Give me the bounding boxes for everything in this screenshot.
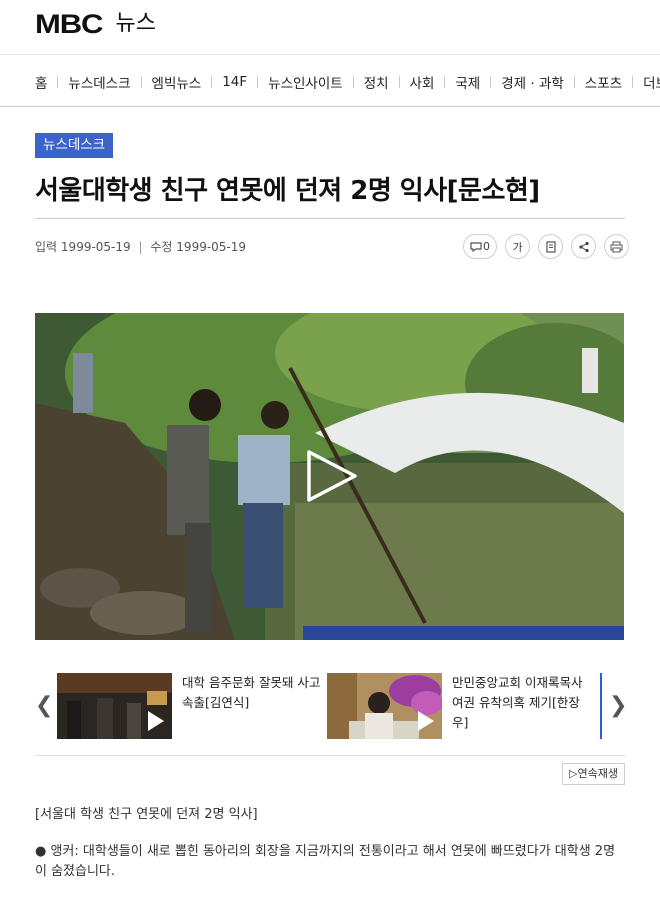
nav-separator: [444, 76, 446, 88]
nav-item[interactable]: 14F: [222, 74, 247, 90]
video-player[interactable]: [35, 313, 624, 640]
share-icon: [578, 241, 589, 252]
font-size-button[interactable]: 가: [505, 234, 530, 259]
related-divider: [35, 755, 625, 756]
nav-item[interactable]: 홈: [35, 72, 47, 92]
related-thumbnail: [57, 673, 172, 739]
nav-separator: [573, 76, 575, 88]
modified-date: 1999-05-19: [176, 240, 247, 254]
autoplay-button[interactable]: ▷연속재생: [562, 763, 625, 785]
nav-item[interactable]: 국제: [455, 72, 480, 92]
nav-item[interactable]: 정치: [364, 72, 389, 92]
title-divider: [35, 218, 625, 219]
related-title: 대학 음주문화 잘못돼 사고속출[김연식]: [182, 675, 321, 710]
nav-separator: [57, 76, 59, 88]
nav-separator: [632, 76, 634, 88]
main-nav: 홈 뉴스데스크 엠빅뉴스 14F 뉴스인사이트 정치 사회 국제 경제 · 과학 스포츠 더보기: [0, 55, 660, 107]
article-meta: 입력 1999-05-19 | 수정 1999-05-19: [35, 238, 246, 255]
bookmark-icon: [545, 240, 556, 253]
print-button[interactable]: [604, 234, 629, 259]
main-nav-list: 홈 뉴스데스크 엠빅뉴스 14F 뉴스인사이트 정치 사회 국제 경제 · 과학 스포츠 더보기: [35, 72, 660, 92]
logo-news-text: 뉴스: [115, 11, 156, 36]
play-icon[interactable]: [303, 448, 359, 504]
carousel-next-icon[interactable]: ❯: [609, 693, 627, 718]
nav-separator: [257, 76, 259, 88]
carousel-prev-icon[interactable]: ❮: [35, 693, 53, 718]
nav-item[interactable]: 스포츠: [585, 72, 622, 92]
category-badge[interactable]: 뉴스데스크: [35, 133, 114, 158]
article-subtitle: [서울대 학생 친구 연못에 던져 2명 익사]: [35, 807, 258, 822]
input-date: 1999-05-19: [60, 240, 131, 254]
nav-separator: [140, 76, 142, 88]
input-label: 입력: [35, 240, 58, 254]
site-header: MBC 뉴스: [0, 0, 660, 52]
nav-item[interactable]: 경제 · 과학: [501, 72, 564, 92]
mbc-logo-mark: MBC: [35, 9, 103, 39]
carousel-edge-indicator: [600, 673, 602, 739]
nav-item[interactable]: 사회: [410, 72, 435, 92]
nav-separator: [211, 76, 213, 88]
video-caption-bar: [303, 626, 624, 640]
nav-separator: [398, 76, 400, 88]
share-button[interactable]: [571, 234, 596, 259]
article-tools: 0 가: [463, 234, 629, 259]
nav-item[interactable]: 엠빅뉴스: [152, 72, 202, 92]
nav-separator: [352, 76, 354, 88]
font-size-icon: 가: [512, 240, 523, 254]
meta-separator: |: [138, 240, 143, 254]
modified-label: 수정: [150, 240, 173, 254]
related-item[interactable]: 만민중앙교회 이재록목사 여권 유착의혹 제기[한장우]: [327, 673, 592, 739]
play-icon: [148, 711, 164, 731]
comment-icon: [470, 241, 482, 252]
comment-button[interactable]: 0: [463, 234, 497, 259]
nav-item[interactable]: 더보기: [643, 72, 660, 92]
site-logo[interactable]: MBC 뉴스: [35, 10, 156, 38]
related-videos: ❮ 대학 음주문화 잘못돼 사고속출[김연식] 만민중앙교회 이재록목사 여권 …: [35, 665, 627, 745]
nav-separator: [490, 76, 492, 88]
comment-count: 0: [483, 240, 490, 253]
nav-item[interactable]: 뉴스데스크: [68, 72, 130, 92]
article-title: 서울대학생 친구 연못에 던져 2명 익사[문소현]: [35, 176, 540, 206]
related-title: 만민중앙교회 이재록목사 여권 유착의혹 제기[한장우]: [452, 675, 583, 730]
nav-item[interactable]: 뉴스인사이트: [268, 72, 343, 92]
related-item[interactable]: 대학 음주문화 잘못돼 사고속출[김연식]: [57, 673, 322, 739]
print-icon: [610, 241, 623, 252]
related-thumbnail: [327, 673, 442, 739]
article-body: ● 앵커: 대학생들이 새로 뽑힌 동아리의 회장을 지금까지의 전통이라고 해…: [35, 844, 616, 879]
play-icon: [418, 711, 434, 731]
bookmark-button[interactable]: [538, 234, 563, 259]
